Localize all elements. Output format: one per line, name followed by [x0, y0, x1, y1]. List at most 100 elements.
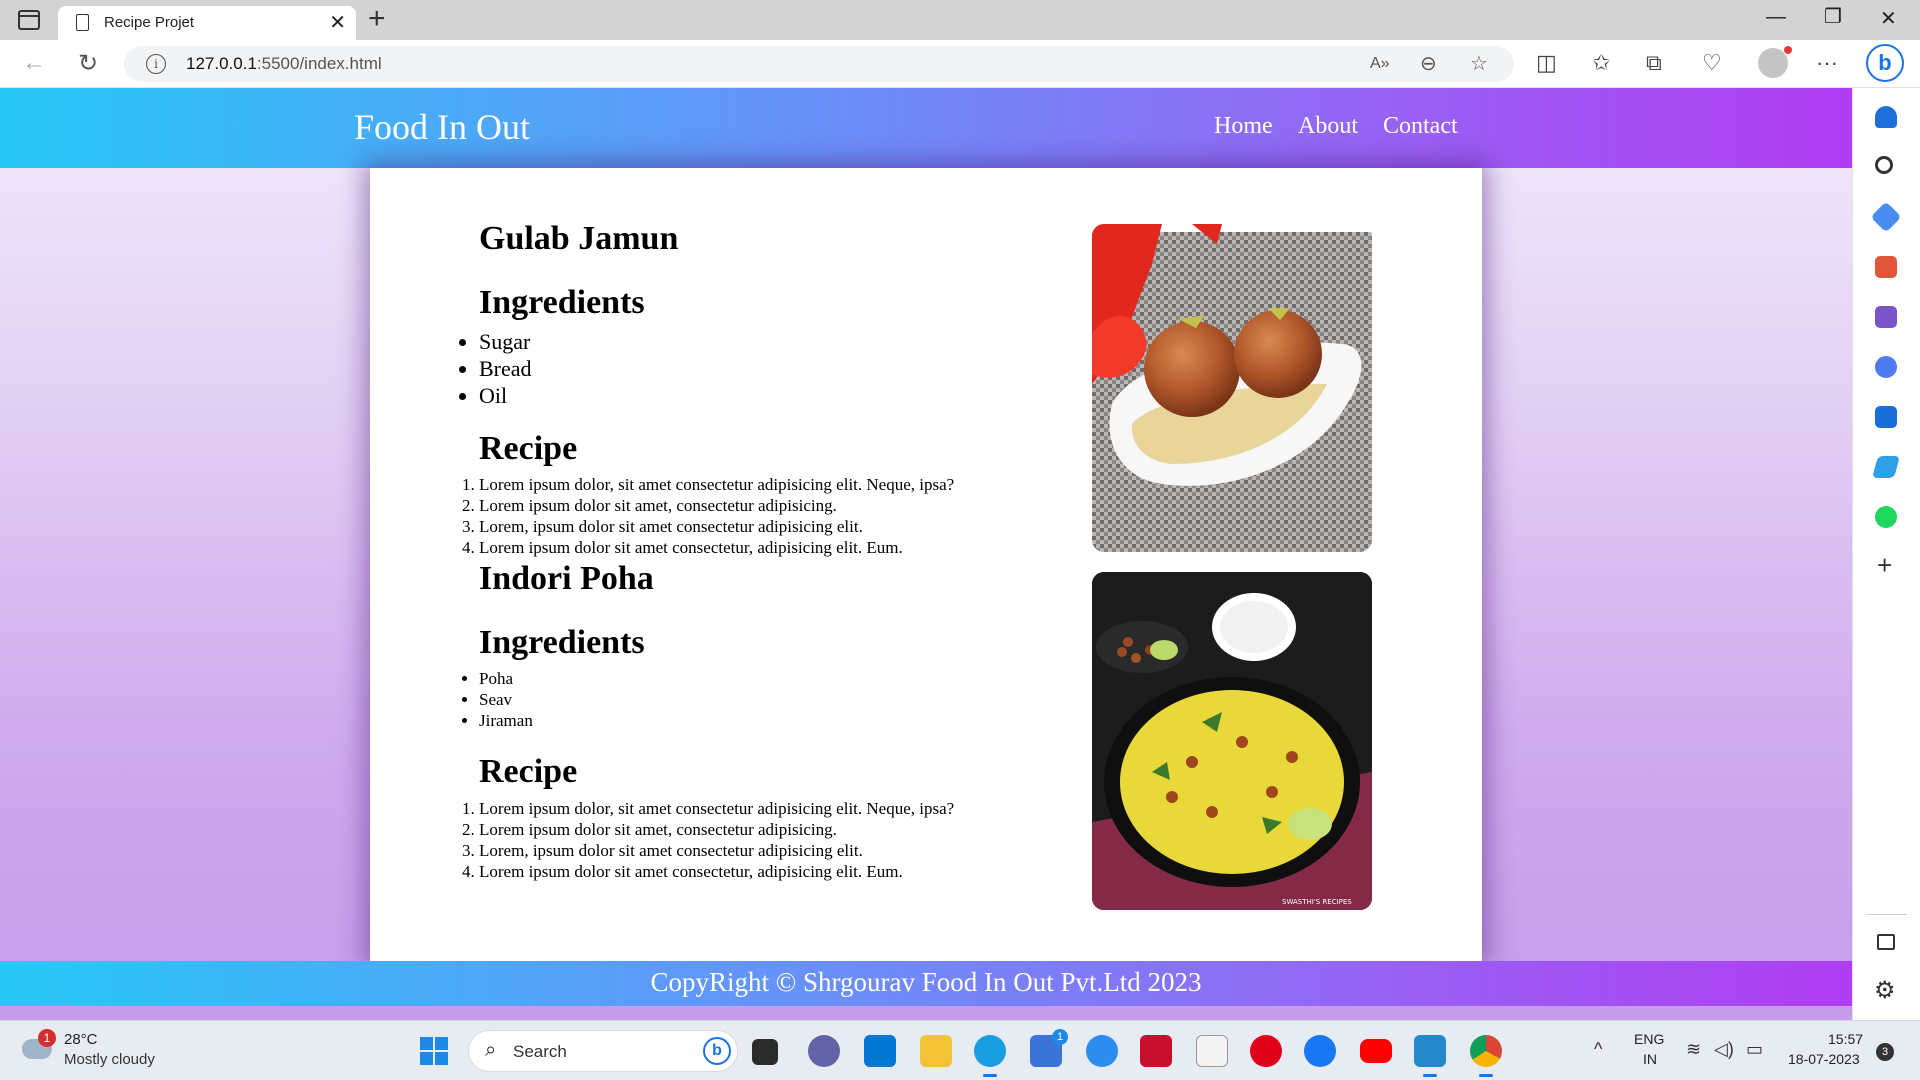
settings-gear-icon[interactable]: ⚙: [1874, 976, 1896, 1005]
site-info-icon[interactable]: i: [146, 54, 166, 74]
microsoft-store-icon[interactable]: 1: [1030, 1029, 1068, 1067]
hide-sidebar-icon[interactable]: [1877, 934, 1895, 950]
read-aloud-icon[interactable]: A»: [1370, 55, 1390, 73]
battery-icon[interactable]: ▭: [1746, 1039, 1763, 1060]
profile-avatar[interactable]: [1758, 46, 1792, 78]
more-options-icon[interactable]: ···: [1816, 50, 1838, 76]
file-explorer-icon[interactable]: [920, 1035, 952, 1067]
nav-contact[interactable]: Contact: [1383, 113, 1458, 140]
weather-description[interactable]: Mostly cloudy: [64, 1051, 155, 1068]
games-icon[interactable]: [1875, 306, 1897, 328]
list-item: Lorem, ipsum dolor sit amet consectetur …: [479, 840, 954, 861]
recipe-title: Gulab Jamun: [479, 220, 679, 257]
list-item: Lorem ipsum dolor sit amet, consectetur …: [479, 495, 954, 516]
footer-copyright: CopyRight © Shrgourav Food In Out Pvt.Lt…: [650, 967, 1202, 997]
list-item: Lorem ipsum dolor sit amet consectetur, …: [479, 537, 954, 558]
ingredients-heading: Ingredients: [479, 624, 645, 661]
browser-tab[interactable]: Recipe Projet ✕: [58, 6, 356, 40]
list-item: Poha: [479, 668, 533, 689]
chevron-up-icon[interactable]: ^: [1594, 1039, 1602, 1060]
mcafee-icon[interactable]: [1140, 1035, 1172, 1067]
tips-icon[interactable]: [1086, 1035, 1118, 1067]
outlook-icon[interactable]: [1875, 406, 1897, 428]
wifi-icon[interactable]: ≋: [1686, 1039, 1701, 1060]
restore-button[interactable]: ❐: [1824, 4, 1842, 29]
list-item: Jiraman: [479, 710, 533, 731]
list-item: Lorem ipsum dolor, sit amet consectetur …: [479, 474, 954, 495]
notification-count-badge[interactable]: 3: [1876, 1043, 1894, 1061]
recipes-card: Gulab Jamun Ingredients Sugar Bread Oil …: [370, 168, 1482, 961]
split-screen-icon[interactable]: ◫: [1536, 50, 1557, 76]
close-window-button[interactable]: ✕: [1880, 6, 1897, 31]
list-item: Lorem, ipsum dolor sit amet consectetur …: [479, 516, 954, 537]
tab-title: Recipe Projet: [104, 14, 195, 31]
refresh-icon[interactable]: ↻: [78, 49, 98, 78]
weather-badge: 1: [38, 1029, 56, 1047]
collections-icon[interactable]: ⧉: [1646, 50, 1662, 76]
search-placeholder: Search: [513, 1042, 567, 1061]
list-item: Lorem ipsum dolor sit amet consectetur, …: [479, 861, 954, 882]
microsoft-365-icon[interactable]: [1875, 356, 1897, 378]
list-item: Seav: [479, 689, 533, 710]
myhp-icon[interactable]: [864, 1035, 896, 1067]
recipe-steps: Lorem ipsum dolor, sit amet consectetur …: [479, 798, 954, 882]
clock-time[interactable]: 15:57: [1828, 1031, 1863, 1047]
task-view-icon[interactable]: [752, 1039, 778, 1065]
drop-icon[interactable]: [1872, 456, 1900, 478]
vscode-icon[interactable]: [1414, 1035, 1446, 1077]
site-brand[interactable]: Food In Out: [354, 106, 530, 148]
search-icon: ⌕: [485, 1039, 497, 1061]
spotify-icon[interactable]: [1875, 506, 1897, 528]
indori-poha-photo: SWASTHI'S RECIPES: [1092, 572, 1372, 910]
nav-home[interactable]: Home: [1214, 113, 1273, 140]
address-bar[interactable]: i 127.0.0.1:5500/index.html A» ⊖ ☆: [124, 46, 1514, 82]
minimize-button[interactable]: —: [1766, 6, 1786, 29]
clock-date[interactable]: 18-07-2023: [1788, 1051, 1860, 1067]
list-item: Lorem ipsum dolor, sit amet consectetur …: [479, 798, 954, 819]
language-bottom[interactable]: IN: [1643, 1051, 1657, 1067]
recipe-heading: Recipe: [479, 753, 578, 790]
site-header: Food In Out Home About Contact: [0, 88, 1852, 168]
close-tab-icon[interactable]: ✕: [329, 10, 346, 35]
nav-about[interactable]: About: [1298, 113, 1358, 140]
favorites-icon[interactable]: ✩: [1592, 50, 1610, 76]
list-item: Sugar: [479, 328, 532, 355]
new-tab-button[interactable]: +: [368, 2, 386, 36]
web-page: Food In Out Home About Contact Gulab Jam…: [0, 88, 1852, 1020]
notifications-icon[interactable]: [1875, 106, 1897, 128]
opera-icon[interactable]: [1250, 1035, 1282, 1067]
browser-essentials-icon[interactable]: ♡: [1702, 50, 1722, 76]
bing-copilot-icon[interactable]: b: [1866, 44, 1904, 82]
gulab-jamun-photo: [1092, 224, 1372, 552]
favorite-star-icon[interactable]: ☆: [1470, 51, 1488, 76]
start-button[interactable]: [420, 1037, 448, 1065]
chrome-icon[interactable]: [1470, 1035, 1502, 1077]
teams-chat-icon[interactable]: [808, 1035, 840, 1067]
notepad-icon[interactable]: [1196, 1035, 1228, 1067]
browser-sidebar: + ⚙: [1852, 88, 1920, 1020]
weather-temperature[interactable]: 28°C: [64, 1031, 98, 1048]
back-icon[interactable]: ←: [22, 49, 46, 77]
site-footer: CopyRight © Shrgourav Food In Out Pvt.Lt…: [0, 961, 1852, 1006]
taskbar-search[interactable]: ⌕ Search b: [468, 1030, 738, 1072]
add-app-icon[interactable]: +: [1877, 550, 1892, 581]
page-icon: [76, 14, 89, 31]
sidebar-divider: [1867, 914, 1907, 915]
tab-actions-icon[interactable]: [18, 10, 40, 30]
store-badge: 1: [1052, 1029, 1068, 1045]
url-text[interactable]: 127.0.0.1:5500/index.html: [186, 54, 382, 74]
language-top[interactable]: ENG: [1634, 1031, 1664, 1047]
youtube-icon[interactable]: [1360, 1039, 1392, 1063]
edge-browser-icon[interactable]: [974, 1035, 1006, 1077]
ingredients-list: Sugar Bread Oil: [479, 328, 532, 409]
shopping-tag-icon[interactable]: [1870, 201, 1902, 233]
zoom-icon[interactable]: ⊖: [1420, 51, 1437, 76]
photo-watermark: SWASTHI'S RECIPES: [1282, 898, 1352, 906]
volume-icon[interactable]: ◁): [1714, 1039, 1734, 1060]
search-icon[interactable]: [1875, 156, 1893, 174]
windows-taskbar: 1 28°C Mostly cloudy ⌕ Search b 1 ^ ENG …: [0, 1020, 1920, 1080]
recipe-heading: Recipe: [479, 430, 578, 467]
facebook-icon[interactable]: [1304, 1035, 1336, 1067]
tools-icon[interactable]: [1875, 256, 1897, 278]
address-toolbar: ← ↻ i 127.0.0.1:5500/index.html A» ⊖ ☆ ◫…: [0, 40, 1920, 88]
